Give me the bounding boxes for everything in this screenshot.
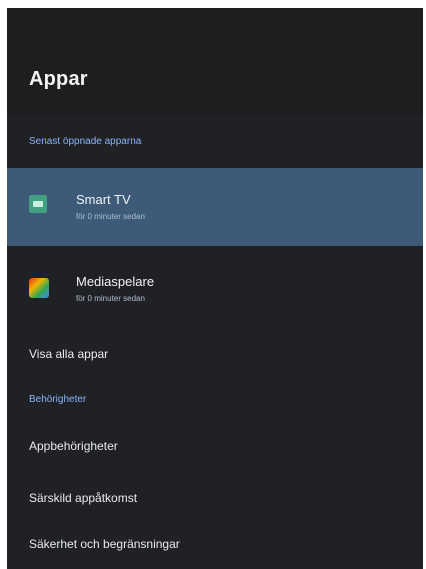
recent-apps-section-label: Senast öppnade apparna [7,116,423,168]
app-last-opened: för 0 minuter sedan [76,294,145,303]
special-app-access-item[interactable]: Särskild appåtkomst [7,472,423,524]
app-last-opened: för 0 minuter sedan [76,212,145,221]
smart-tv-icon [29,195,47,213]
app-name: Smart TV [76,192,131,207]
show-all-apps-button[interactable]: Visa alla appar [7,328,423,380]
security-restrictions-item[interactable]: Säkerhet och begränsningar [7,524,423,564]
apps-settings-panel: Appar Senast öppnade apparna Smart TV fö… [7,8,423,569]
recent-app-smart-tv[interactable]: Smart TV för 0 minuter sedan [7,168,423,246]
app-permissions-item[interactable]: Appbehörigheter [7,420,423,472]
recent-app-media-player[interactable]: Mediaspelare för 0 minuter sedan [7,250,423,328]
page-title: Appar [29,68,88,90]
permissions-section-label: Behörigheter [29,394,87,405]
media-player-icon [29,278,49,298]
page-header: Appar [7,8,423,116]
app-name: Mediaspelare [76,274,155,289]
